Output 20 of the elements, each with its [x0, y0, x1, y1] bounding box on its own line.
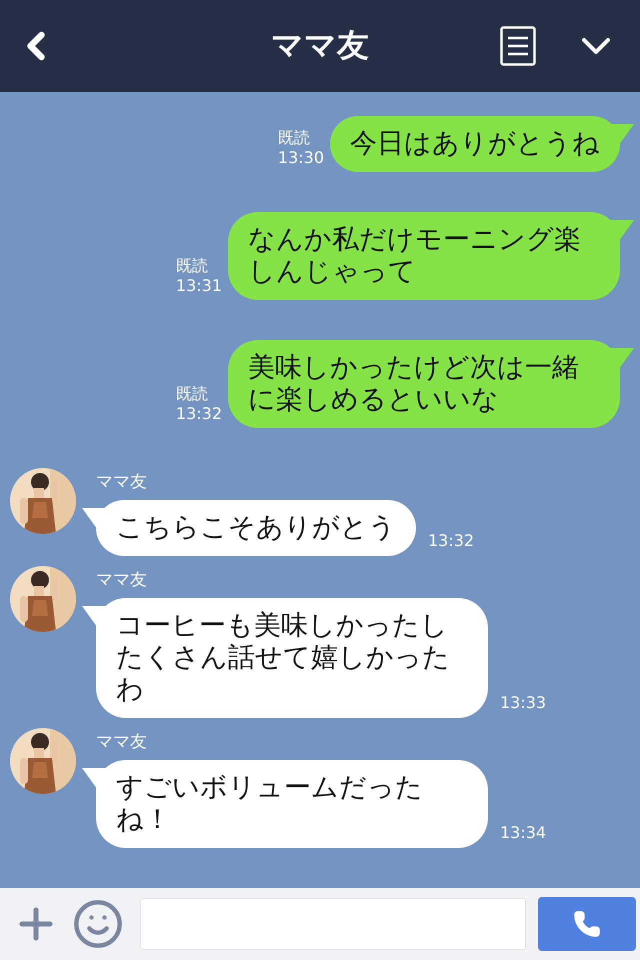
- message-time: 13:32: [176, 404, 222, 424]
- smiley-icon: [72, 898, 124, 950]
- list-icon: [500, 26, 536, 66]
- chat-title: ママ友: [271, 25, 369, 66]
- menu-button[interactable]: [500, 26, 536, 66]
- message-time: 13:34: [500, 823, 546, 844]
- call-button[interactable]: [538, 897, 636, 951]
- message-time: 13:31: [176, 276, 222, 296]
- message-time: 13:33: [500, 693, 546, 714]
- sender-name: ママ友: [96, 472, 148, 492]
- message-input[interactable]: [140, 898, 526, 950]
- read-receipt: 既読: [176, 384, 209, 404]
- message-time: 13:32: [428, 531, 474, 552]
- emoji-button[interactable]: [72, 898, 124, 950]
- read-receipt: 既読: [278, 128, 311, 148]
- sender-name: ママ友: [96, 732, 148, 752]
- sender-name: ママ友: [96, 570, 148, 590]
- phone-icon: [573, 910, 601, 938]
- read-receipt: 既読: [176, 256, 209, 276]
- message-time: 13:30: [278, 148, 324, 168]
